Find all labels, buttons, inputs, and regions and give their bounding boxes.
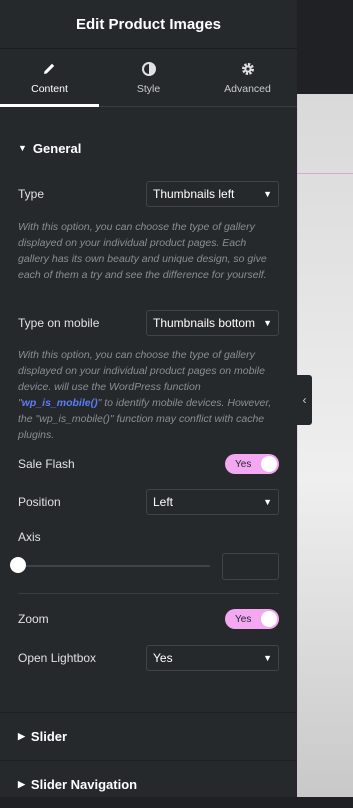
axis-label: Axis: [18, 530, 41, 544]
section-general-header[interactable]: ▼ General: [0, 120, 81, 176]
tab-advanced-label: Advanced: [224, 82, 271, 95]
axis-slider-track[interactable]: [18, 565, 210, 567]
open-lightbox-select[interactable]: Yes ▼: [146, 645, 279, 671]
caret-right-icon: ▶: [18, 731, 25, 741]
panel-title: Edit Product Images: [0, 0, 297, 49]
chevron-down-icon: ▼: [263, 318, 272, 328]
open-lightbox-label: Open Lightbox: [18, 651, 97, 665]
type-select[interactable]: Thumbnails left ▼: [146, 181, 279, 207]
type-mobile-select-value: Thumbnails bottom: [153, 316, 256, 330]
pencil-icon: [42, 61, 58, 77]
type-mobile-select[interactable]: Thumbnails bottom ▼: [146, 310, 279, 336]
type-label: Type: [18, 187, 45, 201]
section-slider-title: Slider: [30, 729, 68, 744]
section-slider-header[interactable]: ▶ Slider: [0, 712, 297, 760]
type-mobile-label: Type on mobile: [18, 316, 100, 330]
position-select-value: Left: [153, 495, 174, 509]
sale-flash-toggle[interactable]: Yes: [225, 454, 279, 474]
section-slider-navigation-title: Slider Navigation: [30, 777, 138, 792]
chevron-down-icon: ▼: [263, 653, 272, 663]
open-lightbox-select-value: Yes: [153, 651, 173, 665]
half-circle-icon: [141, 61, 157, 77]
axis-number-input[interactable]: [222, 553, 279, 580]
collapse-panel-button[interactable]: ‹: [297, 375, 312, 425]
tab-advanced[interactable]: Advanced: [198, 49, 297, 106]
caret-right-icon: ▶: [18, 779, 25, 789]
zoom-toggle-text: Yes: [235, 613, 252, 625]
preview-canvas: [297, 94, 353, 797]
sale-flash-label: Sale Flash: [18, 457, 75, 471]
position-label: Position: [18, 495, 61, 509]
zoom-label: Zoom: [18, 612, 49, 626]
caret-down-icon: ▼: [18, 143, 27, 153]
tab-content[interactable]: Content: [0, 49, 99, 107]
axis-slider-handle[interactable]: [10, 557, 26, 573]
toggle-knob: [261, 456, 277, 472]
section-general-title: General: [32, 140, 82, 156]
type-description: With this option, you can choose the typ…: [18, 221, 267, 281]
editor-panel: Edit Product Images Content Style Advanc…: [0, 0, 297, 797]
sale-flash-toggle-text: Yes: [235, 458, 252, 470]
type-mobile-description: With this option, you can choose the typ…: [18, 347, 280, 443]
chevron-down-icon: ▼: [263, 189, 272, 199]
tab-bar: Content Style Advanced: [0, 49, 297, 107]
tab-style[interactable]: Style: [99, 49, 198, 106]
zoom-toggle[interactable]: Yes: [225, 609, 279, 629]
type-select-value: Thumbnails left: [153, 187, 235, 201]
tab-style-label: Style: [136, 82, 161, 95]
section-slider-navigation-header[interactable]: ▶ Slider Navigation: [0, 760, 297, 808]
chevron-left-icon: ‹: [302, 393, 307, 407]
gear-icon: [240, 61, 256, 77]
chevron-down-icon: ▼: [263, 497, 272, 507]
mobile-desc-function: wp_is_mobile(): [21, 397, 98, 409]
toggle-knob: [261, 611, 277, 627]
tab-content-label: Content: [31, 82, 68, 95]
position-select[interactable]: Left ▼: [146, 489, 279, 515]
